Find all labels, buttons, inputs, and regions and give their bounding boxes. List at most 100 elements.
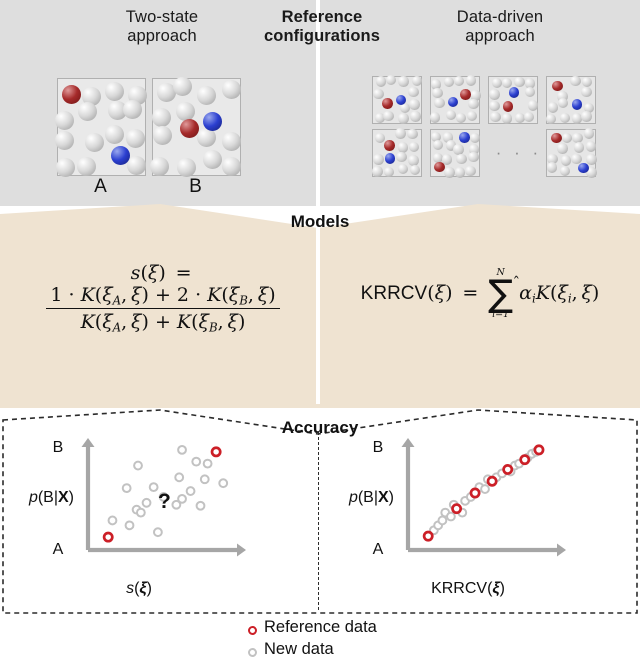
solvent-sphere	[468, 98, 479, 109]
plot-right-ylabel: p(B|X)	[348, 489, 394, 506]
molecule-box-small-3	[488, 76, 539, 124]
solute-sphere-blue	[578, 162, 589, 173]
solvent-sphere	[398, 76, 409, 87]
formula-krrcv-summation: N ∑ i=1	[488, 268, 513, 320]
reference-data-point	[469, 487, 481, 499]
header-reference-configurations: Reference configurations	[236, 8, 408, 47]
solvent-sphere	[221, 156, 241, 176]
new-data-point	[153, 527, 163, 538]
solvent-sphere	[456, 153, 467, 165]
molecule-box-small-6	[430, 129, 480, 178]
new-data-point	[124, 520, 135, 531]
formula-two-state-numerator: 1 · K(ξA, ξ) + 2 · K(ξB, ξ)	[50, 284, 276, 308]
solvent-sphere	[561, 132, 572, 144]
solvent-sphere	[455, 112, 467, 124]
solute-sphere-red	[552, 81, 563, 92]
solute-sphere-blue	[459, 132, 470, 143]
legend-reference-marker-icon	[248, 626, 257, 635]
molecule-box-small-7	[546, 128, 597, 178]
header-reference-line1: Reference	[281, 8, 363, 26]
new-data-point	[446, 511, 456, 522]
solvent-sphere	[573, 142, 585, 153]
solvent-sphere	[465, 165, 476, 176]
new-data-point	[199, 474, 210, 485]
new-data-point	[133, 460, 143, 471]
solvent-sphere	[55, 110, 75, 130]
solute-sphere-red	[382, 98, 393, 109]
plot-right-ytop-label: B	[372, 439, 384, 456]
formula-krrcv-term: α̂iK(ξi, ξ)	[519, 281, 600, 306]
new-data-point	[195, 500, 206, 511]
solvent-sphere	[372, 166, 383, 177]
solvent-sphere	[152, 108, 172, 128]
solvent-sphere	[373, 89, 384, 100]
solvent-sphere	[524, 86, 536, 97]
solvent-sphere	[581, 86, 592, 97]
solvent-sphere	[501, 77, 513, 88]
solvent-sphere	[408, 86, 419, 97]
header-data-driven-line2: approach	[465, 27, 535, 46]
molecule-box-b-label: B	[189, 176, 202, 197]
new-data-point	[148, 482, 159, 493]
molecule-box-b	[150, 76, 241, 177]
legend-new-marker-icon	[248, 648, 257, 657]
solute-sphere-red	[460, 89, 471, 100]
plot-left-ybottom-label: A	[52, 541, 64, 558]
solvent-sphere	[557, 98, 569, 109]
reference-data-point	[210, 446, 222, 458]
solvent-sphere	[408, 155, 419, 166]
solvent-sphere	[409, 99, 420, 110]
solute-sphere-blue	[202, 111, 222, 131]
plot-left-xlabel: s(ξ)	[126, 580, 152, 597]
solute-sphere-red	[503, 101, 514, 112]
solvent-sphere	[465, 75, 477, 86]
new-data-point	[480, 484, 490, 494]
new-data-point	[185, 486, 196, 496]
solvent-sphere	[433, 139, 444, 151]
solute-sphere-red	[62, 84, 82, 104]
solvent-sphere	[76, 156, 96, 176]
solvent-sphere	[150, 157, 170, 177]
header-two-state-approach: Two-state approach	[62, 8, 262, 47]
formula-two-state: s(ξ) = 1 · K(ξA, ξ) + 2 · K(ξB, ξ) K(ξA,…	[18, 262, 308, 335]
solvent-sphere	[489, 100, 500, 112]
solvent-sphere	[202, 150, 222, 170]
new-data-point	[174, 472, 185, 483]
solvent-sphere	[123, 100, 143, 120]
solvent-sphere	[560, 155, 571, 166]
solvent-sphere	[398, 113, 409, 124]
solvent-sphere	[196, 128, 216, 148]
solvent-sphere	[409, 164, 421, 175]
solvent-sphere	[469, 133, 480, 144]
solvent-sphere	[547, 102, 559, 113]
solvent-sphere	[491, 78, 502, 89]
solute-sphere-blue	[385, 153, 396, 164]
new-data-point	[121, 483, 132, 493]
new-data-point	[218, 478, 229, 489]
figure-root: Two-state approach Reference configurati…	[0, 0, 640, 660]
solvent-sphere	[586, 141, 597, 152]
legend-new-label: New data	[264, 640, 334, 658]
molecule-box-small-5	[372, 128, 422, 178]
solvent-sphere	[527, 100, 539, 111]
solvent-sphere	[407, 129, 418, 140]
solvent-sphere	[445, 109, 457, 121]
molecule-box-small-2	[429, 75, 481, 124]
solvent-sphere	[514, 76, 525, 88]
reference-data-point	[519, 454, 531, 466]
plot-left-question-annotation: ?	[158, 490, 171, 513]
solvent-sphere	[384, 167, 395, 178]
molecule-box-small-4	[545, 76, 596, 125]
solvent-sphere	[395, 128, 406, 139]
solvent-sphere	[443, 76, 455, 87]
formula-two-state-fraction: 1 · K(ξA, ξ) + 2 · K(ξB, ξ) K(ξA, ξ) + K…	[46, 284, 280, 335]
solvent-sphere	[581, 76, 593, 87]
reference-data-point	[502, 464, 514, 475]
formula-two-state-denominator: K(ξA, ξ) + K(ξB, ξ)	[46, 308, 280, 335]
reference-data-point	[533, 444, 545, 456]
new-data-point	[177, 444, 187, 455]
solvent-sphere	[397, 163, 408, 175]
solvent-sphere	[383, 110, 394, 122]
plot-left-ytop-label: B	[52, 439, 64, 456]
reference-data-point	[102, 531, 114, 543]
